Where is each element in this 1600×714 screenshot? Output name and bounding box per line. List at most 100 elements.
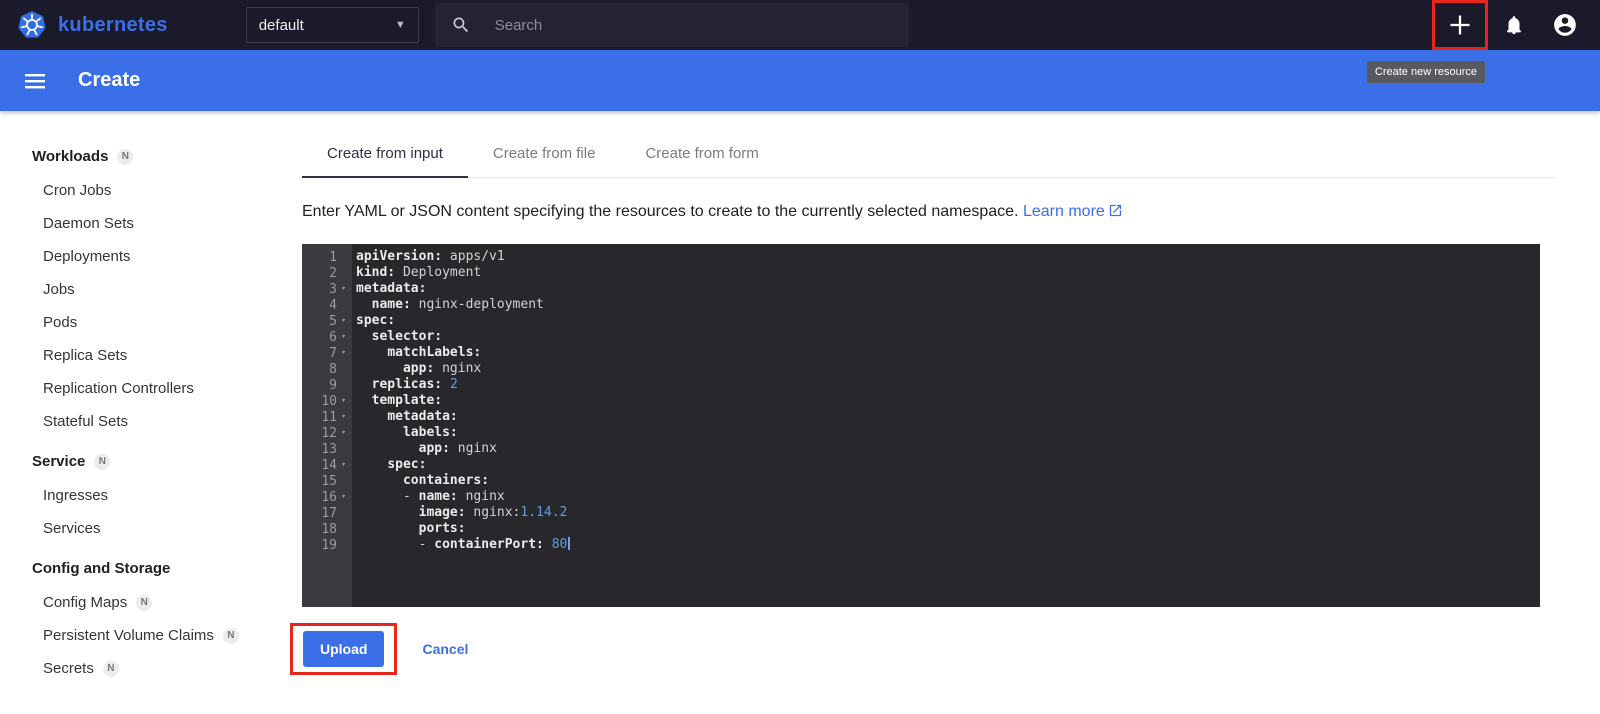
code-token: apps/v1 <box>442 249 505 264</box>
code-token: template: <box>371 393 443 408</box>
namespace-selector[interactable]: default ▼ <box>245 7 419 43</box>
learn-more-link[interactable]: Learn more <box>1023 203 1123 220</box>
menu-button[interactable] <box>19 65 51 97</box>
tab-bar: Create from input Create from file Create … <box>302 130 1556 178</box>
sidebar-item-label: Deployments <box>43 248 131 265</box>
fold-toggle-icon[interactable]: ▾ <box>337 396 350 406</box>
line-number: 2 <box>329 265 337 281</box>
code-line: spec: <box>356 313 1540 329</box>
code-token: labels: <box>402 425 458 440</box>
code-line: name: nginx-deployment <box>356 297 1540 313</box>
sidebar-item-services[interactable]: Services <box>0 512 277 545</box>
code-token: replicas: <box>371 377 443 392</box>
code-token: selector: <box>371 329 443 344</box>
line-number: 9 <box>329 377 337 393</box>
sidebar-item-label: Services <box>43 520 101 537</box>
sidebar-item-config-maps[interactable]: Config Maps N <box>0 586 277 619</box>
sidebar-item-replica-sets[interactable]: Replica Sets <box>0 339 277 372</box>
fold-toggle-icon[interactable]: ▾ <box>337 316 350 326</box>
sidebar-item-cron-jobs[interactable]: Cron Jobs <box>0 174 277 207</box>
gutter-line: 12 ▾ <box>302 425 352 441</box>
code-token: 1.14.2 <box>520 505 568 520</box>
plus-icon <box>1450 15 1470 35</box>
fold-toggle-icon[interactable]: ▾ <box>337 412 350 422</box>
gutter-line: 19 <box>302 537 352 553</box>
code-line: app: nginx <box>356 441 1540 457</box>
sidebar-item-secrets[interactable]: Secrets N <box>0 652 277 685</box>
fold-toggle-icon[interactable]: ▾ <box>337 460 350 470</box>
sidebar-item-label: Ingresses <box>43 487 109 504</box>
fold-toggle-icon[interactable]: ▾ <box>337 492 350 502</box>
layout: Workloads N Cron Jobs Daemon Sets Deployment… <box>0 111 1600 714</box>
code-line: replicas: 2 <box>356 377 1540 393</box>
sidebar-section-config-and-storage[interactable]: Config and Storage <box>0 551 277 586</box>
yaml-editor[interactable]: 1 2 3 ▾ 4 5 ▾ 6 ▾ 7 ▾ 8 9 10 ▾ 11 ▾ 12 ▾ 13 14 ▾ 15 16 ▾ 17 18 19 a… <box>302 244 1540 607</box>
fold-toggle-icon[interactable]: ▾ <box>337 428 350 438</box>
namespaced-badge: N <box>136 594 153 611</box>
namespaced-badge: N <box>117 148 134 165</box>
sidebar-item-daemon-sets[interactable]: Daemon Sets <box>0 207 277 240</box>
appbar: Create <box>0 50 1600 111</box>
code-line: selector: <box>356 329 1540 345</box>
text-cursor <box>568 537 571 550</box>
sidebar-section-label: Service <box>32 453 86 470</box>
editor-code[interactable]: apiVersion: apps/v1 kind: Deployment metad… <box>352 244 1540 607</box>
code-token: spec: <box>387 457 427 472</box>
gutter-line: 4 <box>302 297 352 313</box>
code-token: containerPort: <box>434 537 544 552</box>
line-number: 1 <box>329 249 337 265</box>
sidebar-item-label: Persistent Volume Claims <box>43 627 214 644</box>
sidebar-item-replication-controllers[interactable]: Replication Controllers <box>0 372 277 405</box>
search-input[interactable] <box>492 15 893 35</box>
sidebar-section-service[interactable]: Service N <box>0 444 277 479</box>
sidebar-item-persistent-volume-claims[interactable]: Persistent Volume Claims N <box>0 619 277 652</box>
sidebar-item-deployments[interactable]: Deployments <box>0 240 277 273</box>
sidebar-item-stateful-sets[interactable]: Stateful Sets <box>0 405 277 438</box>
fold-toggle-icon[interactable]: ▾ <box>337 348 350 358</box>
sidebar-item-jobs[interactable]: Jobs <box>0 273 277 306</box>
gutter-line: 2 <box>302 265 352 281</box>
account-button[interactable] <box>1552 12 1578 38</box>
upload-button[interactable]: Upload <box>303 631 385 667</box>
fold-toggle-icon[interactable]: ▾ <box>337 332 350 342</box>
bell-icon <box>1507 16 1521 35</box>
tab-create-from-input[interactable]: Create from input <box>302 130 468 178</box>
sidebar-nav: Workloads N Cron Jobs Daemon Sets Deployment… <box>0 111 277 714</box>
code-line: metadata: <box>356 281 1540 297</box>
gutter-line: 16 ▾ <box>302 489 352 505</box>
code-token: app: <box>402 361 435 376</box>
account-icon <box>1554 14 1576 36</box>
notifications-button[interactable] <box>1503 14 1525 36</box>
fold-toggle-icon[interactable]: ▾ <box>337 284 350 294</box>
create-new-resource-button[interactable] <box>1448 13 1472 37</box>
gutter-line: 7 ▾ <box>302 345 352 361</box>
cancel-button[interactable]: Cancel <box>416 640 474 658</box>
sidebar-section-workloads[interactable]: Workloads N <box>0 139 277 174</box>
sidebar-item-label: Config Maps <box>43 594 128 611</box>
line-number: 4 <box>329 297 337 313</box>
gutter-line: 14 ▾ <box>302 457 352 473</box>
search-bar[interactable] <box>434 3 909 47</box>
sidebar-item-ingresses[interactable]: Ingresses <box>0 479 277 512</box>
kubernetes-brand[interactable]: kubernetes <box>16 9 168 41</box>
code-token: app: <box>418 441 450 456</box>
editor-gutter: 1 2 3 ▾ 4 5 ▾ 6 ▾ 7 ▾ 8 9 10 ▾ 11 ▾ 12 ▾ 13 14 ▾ 15 16 ▾ 17 18 19 <box>302 244 352 607</box>
sidebar-item-label: Stateful Sets <box>43 413 129 430</box>
code-line: metadata: <box>356 409 1540 425</box>
namespace-value: default <box>258 16 304 34</box>
tab-create-from-file[interactable]: Create from file <box>468 130 621 177</box>
page-title: Create <box>78 69 141 91</box>
line-number: 8 <box>329 361 337 377</box>
description-text: Enter YAML or JSON content specifying th… <box>302 203 1019 220</box>
sidebar-item-label: Secrets <box>43 660 94 677</box>
code-token: nginx <box>457 489 505 504</box>
sidebar-item-pods[interactable]: Pods <box>0 306 277 339</box>
tab-create-from-form[interactable]: Create from form <box>620 130 783 177</box>
namespaced-badge: N <box>102 660 119 677</box>
external-link-icon <box>1109 204 1121 217</box>
code-token: name: <box>418 489 458 504</box>
